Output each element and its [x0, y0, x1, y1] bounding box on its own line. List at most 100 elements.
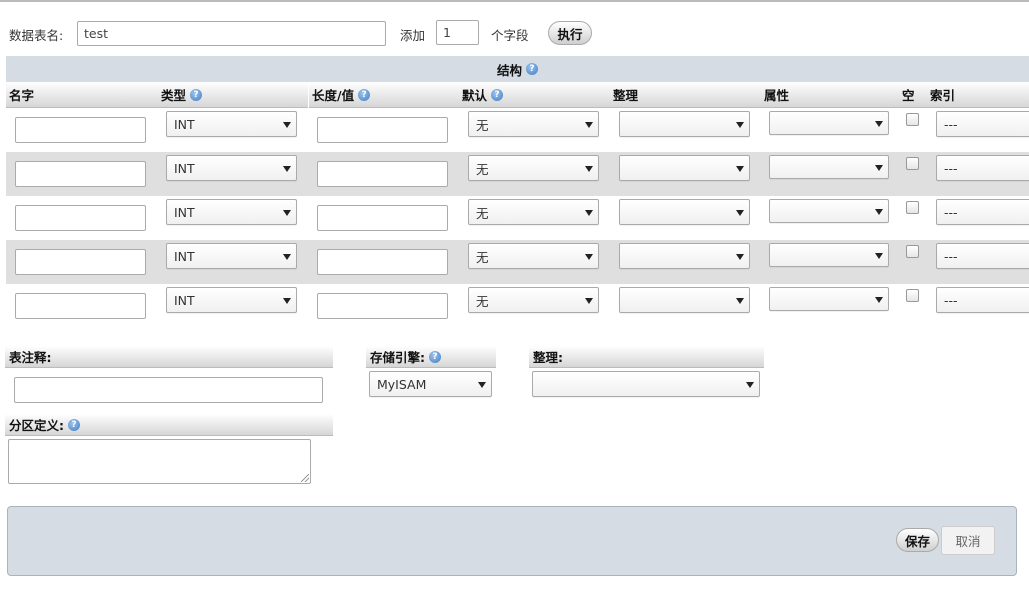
- column-default-value: 无: [476, 249, 489, 265]
- column-index-select[interactable]: ---: [936, 155, 1029, 181]
- column-attributes-select[interactable]: [769, 111, 889, 135]
- column-collation-select[interactable]: [619, 243, 750, 269]
- column-type-select[interactable]: INT: [166, 287, 297, 313]
- column-header-collation-label: 整理: [613, 88, 639, 103]
- resize-grip-icon[interactable]: [301, 474, 309, 482]
- table-name-value: test: [84, 26, 109, 41]
- column-default-select[interactable]: 无: [468, 111, 599, 137]
- column-default-select[interactable]: 无: [468, 155, 599, 181]
- column-header-name: 名字: [6, 82, 158, 108]
- null-checkbox[interactable]: [906, 289, 919, 302]
- column-default-select[interactable]: 无: [468, 199, 599, 225]
- column-type-value: INT: [174, 292, 195, 308]
- table-name-input[interactable]: test: [77, 21, 386, 46]
- add-count-input[interactable]: 1: [436, 20, 479, 45]
- column-default-value: 无: [476, 161, 489, 177]
- help-icon[interactable]: ?: [190, 88, 203, 101]
- null-checkbox[interactable]: [906, 201, 919, 214]
- cancel-button[interactable]: 取消: [941, 526, 995, 555]
- chevron-down-icon: [283, 122, 291, 128]
- column-index-select[interactable]: ---: [936, 199, 1029, 225]
- partition-heading: 分区定义:?: [5, 414, 333, 436]
- column-default-select[interactable]: 无: [468, 243, 599, 269]
- chevron-down-icon: [585, 210, 593, 216]
- save-button[interactable]: 保存: [896, 528, 939, 552]
- null-checkbox[interactable]: [906, 245, 919, 258]
- column-type-select[interactable]: INT: [166, 155, 297, 181]
- table-comment-input[interactable]: [14, 377, 323, 403]
- top-border: [0, 0, 1029, 2]
- help-icon[interactable]: ?: [491, 88, 504, 101]
- column-index-value: ---: [944, 292, 958, 308]
- column-length-input[interactable]: [317, 205, 448, 231]
- column-name-input[interactable]: [15, 205, 146, 231]
- column-attributes-select[interactable]: [769, 287, 889, 311]
- partition-textarea[interactable]: [8, 439, 311, 484]
- chevron-down-icon: [736, 122, 744, 128]
- chevron-down-icon: [283, 210, 291, 216]
- column-length-input[interactable]: [317, 293, 448, 319]
- column-name-input[interactable]: [15, 293, 146, 319]
- chevron-down-icon: [585, 122, 593, 128]
- table-collation-heading: 整理:: [529, 346, 764, 368]
- go-button[interactable]: 执行: [548, 21, 592, 45]
- chevron-down-icon: [283, 166, 291, 172]
- chevron-down-icon: [875, 297, 883, 303]
- chevron-down-icon: [875, 121, 883, 127]
- column-index-select[interactable]: ---: [936, 243, 1029, 269]
- column-default-value: 无: [476, 293, 489, 309]
- fields-label: 个字段: [491, 28, 529, 43]
- structure-heading: 结构?: [6, 56, 1029, 82]
- partition-label: 分区定义:: [9, 418, 64, 433]
- column-header-default: 默认?: [459, 82, 610, 108]
- column-collation-select[interactable]: [619, 287, 750, 313]
- chevron-down-icon: [736, 166, 744, 172]
- column-type-select[interactable]: INT: [166, 111, 297, 137]
- column-index-select[interactable]: ---: [936, 287, 1029, 313]
- add-label: 添加: [400, 28, 426, 43]
- column-header-length-label: 长度/值: [312, 88, 355, 103]
- column-header-default-label: 默认: [462, 88, 488, 103]
- table-collation-select[interactable]: [532, 371, 760, 397]
- column-attributes-select[interactable]: [769, 199, 889, 223]
- chevron-down-icon: [585, 298, 593, 304]
- column-header-null-label: 空: [902, 88, 915, 103]
- column-attributes-select[interactable]: [769, 155, 889, 179]
- column-default-select[interactable]: 无: [468, 287, 599, 313]
- column-type-select[interactable]: INT: [166, 243, 297, 269]
- column-length-input[interactable]: [317, 161, 448, 187]
- column-attributes-select[interactable]: [769, 243, 889, 267]
- column-header-null: 空: [899, 82, 927, 108]
- storage-engine-select[interactable]: MyISAM: [369, 371, 492, 397]
- column-length-input[interactable]: [317, 117, 448, 143]
- null-checkbox[interactable]: [906, 157, 919, 170]
- column-type-value: INT: [174, 116, 195, 132]
- chevron-down-icon: [585, 254, 593, 260]
- storage-engine-value: MyISAM: [377, 376, 427, 392]
- null-checkbox[interactable]: [906, 113, 919, 126]
- column-header-index-label: 索引: [930, 88, 956, 103]
- column-index-value: ---: [944, 248, 958, 264]
- help-icon[interactable]: ?: [68, 418, 80, 431]
- column-header-type: 类型?: [158, 82, 308, 108]
- table-comment-label: 表注释:: [9, 350, 52, 365]
- chevron-down-icon: [875, 165, 883, 171]
- column-index-select[interactable]: ---: [936, 111, 1029, 137]
- column-name-input[interactable]: [15, 117, 146, 143]
- help-icon[interactable]: ?: [526, 63, 538, 75]
- chevron-down-icon: [875, 253, 883, 259]
- column-type-select[interactable]: INT: [166, 199, 297, 225]
- column-length-input[interactable]: [317, 249, 448, 275]
- table-collation-label: 整理:: [533, 350, 563, 365]
- column-name-input[interactable]: [15, 249, 146, 275]
- column-header-attributes-label: 属性: [764, 88, 790, 103]
- column-index-value: ---: [944, 160, 958, 176]
- help-icon[interactable]: ?: [429, 350, 441, 363]
- column-collation-select[interactable]: [619, 155, 750, 181]
- column-type-value: INT: [174, 204, 195, 220]
- column-name-input[interactable]: [15, 161, 146, 187]
- column-collation-select[interactable]: [619, 111, 750, 137]
- help-icon[interactable]: ?: [358, 88, 371, 101]
- column-collation-select[interactable]: [619, 199, 750, 225]
- table-comment-heading: 表注释:: [5, 346, 333, 368]
